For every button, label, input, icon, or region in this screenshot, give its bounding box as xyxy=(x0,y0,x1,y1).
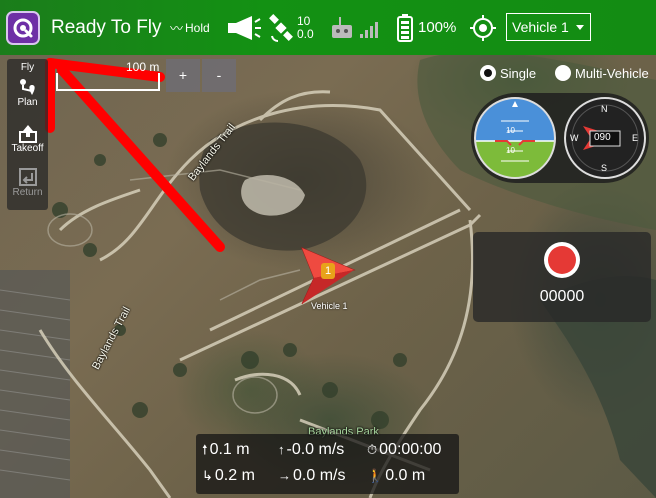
gps-indicator[interactable]: 10 0.0 xyxy=(268,0,314,55)
altitude-readout: 🠕 0.1 m xyxy=(202,441,250,463)
camera-panel: 00000 xyxy=(473,232,651,322)
gimbal-indicator[interactable] xyxy=(470,0,496,55)
flight-time-value: 00:00:00 xyxy=(379,441,442,458)
radio-unselected-icon xyxy=(555,65,571,81)
arrow-up-thin-icon: ↑ xyxy=(278,442,285,457)
arrow-up-icon: 🠕 xyxy=(202,442,208,457)
map-scale-label: 100 m xyxy=(126,60,160,74)
heading-readout: 090 xyxy=(594,132,611,143)
pitch-label-lower: 10 xyxy=(506,146,515,155)
return-icon xyxy=(18,168,37,186)
video-record-time: 00000 xyxy=(539,288,585,305)
battery-percent: 100% xyxy=(418,19,457,36)
attitude-indicator-icon xyxy=(475,98,555,178)
plan-tool-button[interactable]: Plan xyxy=(7,77,48,108)
satellite-count: 10 xyxy=(297,13,311,28)
crosshair-icon xyxy=(470,14,496,41)
ground-speed-readout: → 0.0 m/s xyxy=(278,467,345,485)
arrow-turn-icon: ↳ xyxy=(202,468,213,483)
single-vehicle-label: Single xyxy=(500,65,537,81)
chevron-down-icon xyxy=(576,25,584,30)
distance-home-value: 0.2 m xyxy=(214,467,255,484)
flight-mode-icon: 〰 xyxy=(170,22,184,37)
return-label: Return xyxy=(12,187,43,198)
person-walking-icon: 🚶 xyxy=(367,468,384,483)
messages-indicator[interactable] xyxy=(226,0,262,55)
multi-vehicle-label: Multi-Vehicle xyxy=(575,65,649,81)
vehicle-selector-dropdown[interactable]: Vehicle 1 xyxy=(506,13,591,41)
vertical-speed-readout: ↑ -0.0 m/s xyxy=(278,441,344,459)
ground-speed-value: 0.0 m/s xyxy=(293,467,346,484)
app-logo-icon[interactable] xyxy=(6,10,40,45)
takeoff-button[interactable]: Takeoff xyxy=(7,123,48,154)
compass-south: S xyxy=(601,163,608,173)
battery-indicator[interactable]: 100% xyxy=(396,0,456,55)
stopwatch-icon: ⏱ xyxy=(367,442,378,457)
instrument-panel[interactable]: 10 10 N E S W 090 xyxy=(471,93,649,183)
distance-gcs-readout: 🚶 0.0 m xyxy=(367,467,425,485)
compass-north: N xyxy=(601,104,608,114)
telemetry-panel[interactable]: 🠕 0.1 m ↑ -0.0 m/s ⏱ 00:00:00 ↳ 0.2 m → 0.0 m… xyxy=(196,434,459,494)
flight-time-readout: ⏱ 00:00:00 xyxy=(367,441,441,459)
radio-selected-icon xyxy=(480,65,496,81)
distance-home-readout: ↳ 0.2 m xyxy=(202,467,255,485)
record-button[interactable] xyxy=(544,242,580,278)
zoom-in-button[interactable]: + xyxy=(166,59,200,92)
hdop-value: 0.0 xyxy=(297,26,314,41)
plan-route-icon xyxy=(19,79,35,95)
fly-tool-label: Fly xyxy=(20,62,35,73)
flight-mode-label: Hold xyxy=(185,20,210,35)
return-button[interactable]: Return xyxy=(7,167,48,198)
vehicle-selector-value: Vehicle 1 xyxy=(512,19,569,35)
takeoff-icon xyxy=(18,125,37,143)
pitch-label-upper: 10 xyxy=(506,126,515,135)
fly-tool-button[interactable]: Fly xyxy=(7,62,48,73)
multi-vehicle-radio[interactable]: Multi-Vehicle xyxy=(555,65,649,81)
attitude-compass-graphics xyxy=(474,97,646,179)
single-vehicle-radio[interactable]: Single xyxy=(480,65,536,81)
battery-icon xyxy=(397,13,413,42)
zoom-out-button[interactable]: - xyxy=(202,59,236,92)
compass-west: W xyxy=(570,133,579,143)
record-dot-icon xyxy=(548,246,576,274)
vertical-speed-value: -0.0 m/s xyxy=(286,441,345,458)
rc-transmitter-icon xyxy=(332,16,378,38)
flight-mode-indicator[interactable]: 〰 Hold xyxy=(170,0,210,55)
distance-gcs-value: 0.0 m xyxy=(385,467,426,484)
main-toolbar: Ready To Fly 〰 Hold 10 0.0 100% Vehicle … xyxy=(0,0,656,55)
satellite-icon xyxy=(269,13,293,42)
arrow-right-icon: → xyxy=(278,468,291,483)
plan-tool-label: Plan xyxy=(17,97,38,108)
takeoff-label: Takeoff xyxy=(11,143,44,154)
tool-strip: Fly Plan Takeoff Return xyxy=(7,59,48,210)
flight-status-label[interactable]: Ready To Fly xyxy=(51,17,162,39)
map-scale-bar xyxy=(56,73,160,91)
compass-east: E xyxy=(632,133,639,143)
megaphone-icon xyxy=(228,15,261,40)
rc-rssi-indicator[interactable] xyxy=(330,0,378,55)
altitude-value: 0.1 m xyxy=(209,441,250,458)
